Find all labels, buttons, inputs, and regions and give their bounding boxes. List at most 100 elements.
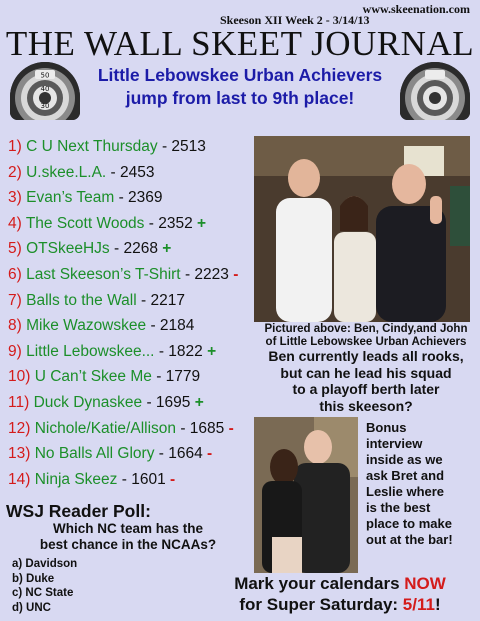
- team-score: - 2369: [118, 189, 163, 207]
- trend-indicator: -: [170, 470, 176, 488]
- team-score: - 2184: [150, 317, 195, 335]
- rank-number: 14): [8, 470, 31, 488]
- poll-option: a) Davidson: [12, 558, 78, 570]
- rank-number: 3): [8, 189, 22, 207]
- rookie-blurb-line: to a playoff berth later: [292, 381, 440, 397]
- rank-number: 5): [8, 240, 22, 258]
- team-name: No Balls All Glory: [34, 445, 155, 463]
- rank-number: 9): [8, 342, 22, 360]
- standings-row: 4) The Scott Woods - 2352 +: [8, 211, 258, 237]
- bonus-line: is the best: [366, 500, 431, 515]
- team-name: Little Lebowskee...: [26, 342, 155, 360]
- calendar-text: Mark your calendars: [234, 574, 405, 593]
- team-name: Nichole/Katie/Allison: [34, 419, 177, 437]
- bonus-line: out at the bar!: [366, 532, 453, 547]
- rank-number: 12): [8, 419, 31, 437]
- bonus-line: ask Bret and: [366, 468, 445, 483]
- team-name: Duck Dynaskee: [33, 393, 143, 411]
- headline-line-1: Little Lebowskee Urban Achievers: [97, 65, 383, 85]
- team-score: - 2453: [110, 163, 155, 181]
- photo-caption: Pictured above: Ben, Cindy,and John of L…: [254, 323, 478, 348]
- team-score: - 1685: [180, 419, 225, 437]
- calendar-callout: Mark your calendars NOW for Super Saturd…: [200, 573, 480, 615]
- poll-options: a) Davidson b) Duke c) NC State d) UNC: [12, 557, 77, 615]
- team-score: - 2268: [113, 240, 158, 258]
- poll-question-line-2: best chance in the NCAAs?: [39, 536, 217, 552]
- team-score: - 1779: [156, 368, 201, 386]
- standings-row: 3) Evan’s Team - 2369: [8, 185, 258, 211]
- team-name: OTSkeeHJs: [26, 240, 110, 258]
- poll-option: c) NC State: [12, 587, 74, 599]
- standings-row: 2) U.skee.L.A. - 2453: [8, 160, 258, 186]
- standings-row: 14) Ninja Skeez - 1601 -: [8, 467, 258, 493]
- rank-number: 1): [8, 138, 22, 155]
- standings-row: 9) Little Lebowskee... - 1822 +: [8, 339, 258, 365]
- team-score: - 1822: [158, 342, 203, 360]
- standings-row: 12) Nichole/Katie/Allison - 1685 -: [8, 416, 258, 442]
- bonus-line: interview: [366, 436, 423, 451]
- team-name: Evan’s Team: [26, 189, 115, 207]
- team-name: U.skee.L.A.: [26, 163, 107, 181]
- rank-number: 8): [8, 317, 22, 335]
- skeeball-label-50: 50: [41, 72, 50, 80]
- bonus-line: Leslie where: [366, 484, 445, 499]
- poll-option: b) Duke: [12, 572, 55, 585]
- rank-number: 4): [8, 214, 22, 232]
- photo-caption-line-1: Pictured above: Ben, Cindy,and John: [264, 323, 468, 335]
- rookie-blurb-line: Ben currently leads all rooks,: [268, 348, 464, 364]
- team-score: - 2513: [161, 138, 206, 155]
- rookie-blurb-line: this skeeson?: [319, 397, 413, 414]
- standings-row: 7) Balls to the Wall - 2217: [8, 288, 258, 314]
- trend-indicator: +: [194, 393, 204, 411]
- trend-indicator: +: [197, 214, 207, 232]
- poll-title: WSJ Reader Poll:: [6, 501, 151, 521]
- poll-question: Which NC team has the best chance in the…: [4, 521, 252, 552]
- photo-caption-line-2: of Little Lebowskee Urban Achievers: [265, 335, 467, 348]
- trend-indicator: +: [207, 342, 217, 360]
- team-score: - 1695: [146, 393, 191, 411]
- team-score: - 2217: [140, 291, 185, 309]
- trend-indicator: -: [207, 445, 213, 463]
- calendar-line-1: Mark your calendars NOW: [200, 573, 480, 594]
- team-name: Ninja Skeez: [34, 470, 118, 488]
- team-score: - 2352: [148, 214, 193, 232]
- rank-number: 10): [8, 368, 31, 386]
- headline: Little Lebowskee Urban Achievers jump fr…: [80, 64, 400, 110]
- skeeball-target-image-left: 50 40 30: [10, 62, 80, 120]
- standings-row: 10) U Can’t Skee Me - 1779: [8, 364, 258, 390]
- masthead-title: THE WALL SKEET JOURNAL: [5, 24, 475, 63]
- rookie-blurb: Ben currently leads all rooks, but can h…: [254, 348, 478, 414]
- headline-line-2: jump from last to 9th place!: [125, 88, 355, 108]
- trend-indicator: -: [233, 265, 239, 283]
- calendar-line-2: for Super Saturday: 5/11!: [200, 594, 480, 615]
- calendar-highlight-date: 5/11: [402, 595, 435, 614]
- standings-row: 8) Mike Wazowskee - 2184: [8, 313, 258, 339]
- rank-number: 2): [8, 163, 22, 181]
- team-name: C U Next Thursday: [26, 138, 158, 155]
- rank-number: 6): [8, 265, 22, 283]
- skeeball-label-30: 30: [41, 102, 50, 110]
- bonus-blurb: Bonus interview inside as we ask Bret an…: [366, 420, 478, 548]
- bonus-line: Bonus: [366, 420, 407, 435]
- standings-row: 11) Duck Dynaskee - 1695 +: [8, 390, 258, 416]
- team-name: Last Skeeson’s T-Shirt: [26, 265, 181, 283]
- rank-number: 13): [8, 445, 31, 463]
- trend-indicator: +: [162, 240, 172, 258]
- team-score: - 1664: [158, 445, 203, 463]
- team-name: U Can’t Skee Me: [34, 368, 152, 386]
- rank-number: 7): [8, 291, 22, 309]
- team-score: - 2223: [184, 265, 229, 283]
- bonus-line: place to make: [366, 516, 452, 531]
- skeeball-label-40: 40: [41, 85, 50, 93]
- standings-row: 6) Last Skeeson’s T-Shirt - 2223 -: [8, 262, 258, 288]
- standings-row: 5) OTSkeeHJs - 2268 +: [8, 236, 258, 262]
- team-name: Mike Wazowskee: [26, 317, 147, 335]
- calendar-highlight-now: NOW: [404, 574, 446, 593]
- team-photo: [254, 136, 470, 322]
- trend-indicator: -: [228, 419, 234, 437]
- team-score: - 1601: [121, 470, 166, 488]
- team-name: Balls to the Wall: [26, 291, 137, 309]
- standings-row: 1) C U Next Thursday - 2513: [8, 134, 258, 160]
- poll-question-line-1: Which NC team has the: [52, 521, 204, 536]
- skeeball-target-image-right: [400, 62, 470, 120]
